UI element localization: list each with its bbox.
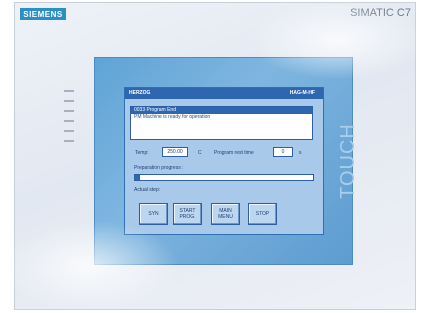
stop-button[interactable]: STOP (248, 203, 277, 225)
led-label: BF (64, 96, 84, 106)
rest-time-unit: s (299, 150, 302, 156)
rest-time-field[interactable]: 0 (273, 147, 293, 157)
main-menu-button[interactable]: MAIN MENU (211, 203, 240, 225)
rest-time-label: Program rest time (214, 150, 254, 156)
screen-title-bar: HERZOG HAG-M-HF (125, 88, 323, 99)
temperature-label: Temp: (135, 150, 149, 156)
led-label: STOP (64, 136, 84, 146)
model-label: SIMATIC C7 (350, 7, 411, 19)
led-label: FRCE (64, 116, 84, 126)
temperature-unit: C (198, 150, 202, 156)
brand-logo: SIEMENS (20, 8, 66, 20)
led-label: DC5V (64, 106, 84, 116)
parameters-row: Temp: 250.00 C Program rest time 0 s (135, 147, 315, 159)
led-label: RUN (64, 126, 84, 136)
progress-label: Preparation progress : (134, 165, 184, 171)
message-list[interactable]: 0033 Program End PM Machine is ready for… (130, 106, 313, 140)
syn-button[interactable]: SYN (139, 203, 168, 225)
start-program-button[interactable]: START PROG. (173, 203, 202, 225)
machine-id: HAG-M-HF (289, 90, 315, 96)
touch-display: HERZOG HAG-M-HF 0033 Program End PM Mach… (124, 87, 324, 235)
led-label: SF (64, 86, 84, 96)
status-led-list: SF BF DC5V FRCE RUN STOP (64, 86, 84, 146)
message-item[interactable]: PM Machine is ready for operation (131, 114, 312, 121)
temperature-field[interactable]: 250.00 (162, 147, 188, 157)
message-item-selected[interactable]: 0033 Program End (131, 107, 312, 114)
actual-step-label: Actual step: (134, 187, 161, 193)
progress-bar-fill (135, 175, 141, 180)
touch-label: TOUCH (336, 123, 359, 199)
progress-bar (134, 174, 314, 181)
screen-title: HERZOG (129, 90, 151, 96)
